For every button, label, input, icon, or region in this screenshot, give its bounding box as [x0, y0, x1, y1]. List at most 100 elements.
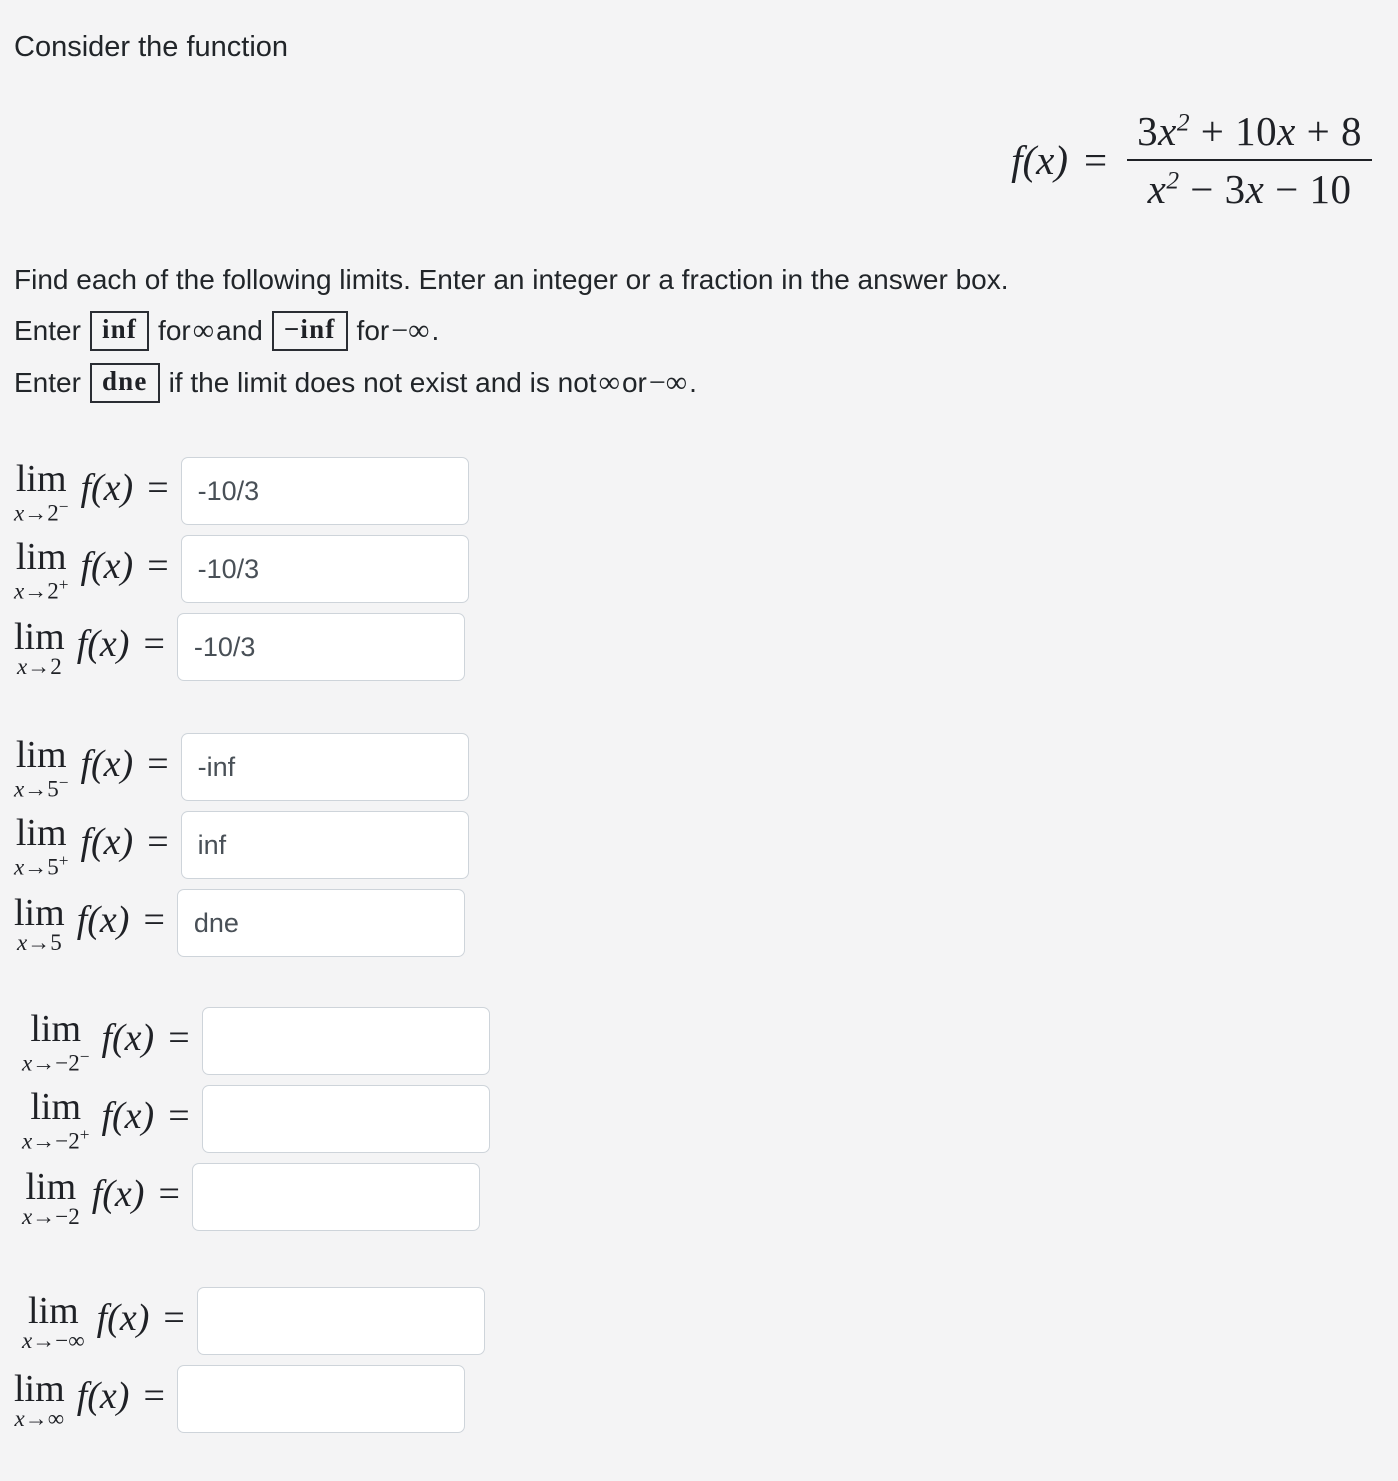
answer-input-5+[interactable]: inf [180, 811, 469, 879]
equals-sign: = [143, 1374, 165, 1417]
limit-row-−2+: lim x→−2+ f(x) = [0, 1080, 490, 1158]
lim-operator: lim x→−2− [22, 1007, 89, 1075]
function-fx-label: f(x) [96, 1296, 150, 1339]
lim-operator: lim x→−2+ [22, 1088, 90, 1154]
lim-label: lim [14, 891, 65, 934]
answer-input-∞[interactable] [176, 1365, 465, 1433]
instruction-line-2-and: and [216, 315, 263, 346]
lim-operator: lim x→−∞ [22, 1289, 85, 1354]
limit-group-x-to-2: lim x→2− f(x) = -10/3 lim x→2+ f(x) = -10/3 lim x→2… [0, 452, 469, 686]
infinity-symbol-2: ∞ [598, 366, 620, 399]
function-fx-label: f(x) [80, 466, 134, 509]
answer-input-−∞[interactable] [196, 1287, 485, 1355]
instruction-line-2: Enter inf for ∞ and −inf for −∞. [14, 305, 1344, 357]
lim-label: lim [30, 1007, 82, 1050]
page-title: Consider the function [14, 31, 289, 63]
lim-subscript: x→−2+ [22, 1124, 90, 1154]
formula-lhs: f(x) [1011, 137, 1069, 183]
limit-expression-−∞: lim x→−∞ f(x) = [22, 1289, 197, 1354]
negative-infinity-symbol: −∞ [391, 314, 430, 347]
token-inf: inf [89, 311, 150, 351]
instruction-line-3-text: if the limit does not exist and is not [168, 367, 597, 398]
limit-group-x-to-5: lim x→5− f(x) = -inf lim x→5+ f(x) = inf lim x→5 f(x… [0, 728, 469, 962]
limit-group-x-to-infinity: lim x→−∞ f(x) = lim x→∞ f(x) = [0, 1282, 485, 1438]
function-fx-label: f(x) [80, 544, 134, 587]
lim-operator: lim x→5 [14, 891, 65, 956]
answer-input-2+[interactable]: -10/3 [180, 535, 469, 603]
lim-operator: lim x→2+ [14, 535, 69, 604]
answer-input-5−[interactable]: -inf [180, 733, 469, 801]
function-fx-label: f(x) [80, 742, 134, 785]
limit-expression-∞: lim x→∞ f(x) = [14, 1367, 177, 1432]
lim-subscript: x→5+ [14, 850, 69, 880]
infinity-symbol: ∞ [192, 314, 215, 347]
lim-subscript: x→5− [14, 772, 69, 802]
equals-sign: = [147, 544, 169, 587]
limit-expression-2+: lim x→2+ f(x) = [14, 535, 181, 604]
lim-label: lim [25, 1165, 77, 1208]
formula-numerator: 3x2 + 10x + 8 [1137, 108, 1362, 154]
equals-sign: = [147, 820, 169, 863]
equals-sign: = [158, 1172, 180, 1215]
limit-row-2: lim x→2 f(x) = -10/3 [0, 608, 469, 686]
lim-label: lim [14, 1367, 65, 1410]
lim-subscript: x→∞ [14, 1406, 65, 1432]
limit-row-5+: lim x→5+ f(x) = inf [0, 806, 469, 884]
lim-operator: lim x→−2 [22, 1165, 80, 1230]
instruction-line-1: Find each of the following limits. Enter… [14, 264, 1009, 295]
limit-group-x-to-neg-2: lim x→−2− f(x) = lim x→−2+ f(x) = lim x→−2 f(x) = [0, 1002, 490, 1236]
instruction-line-3: Enter dne if the limit does not exist an… [14, 357, 1344, 409]
answer-input-−2−[interactable] [201, 1007, 490, 1075]
limit-expression-2−: lim x→2− f(x) = [14, 457, 181, 526]
function-fx-label: f(x) [76, 1374, 130, 1417]
lim-subscript: x→5 [16, 930, 62, 956]
lim-operator: lim x→5+ [14, 814, 69, 880]
instructions-block: Find each of the following limits. Enter… [14, 255, 1344, 409]
equals-sign: = [168, 1016, 190, 1059]
equals-sign: = [147, 466, 169, 509]
answer-input-2−[interactable]: -10/3 [180, 457, 469, 525]
limit-row-−2−: lim x→−2− f(x) = [0, 1002, 490, 1080]
limit-expression-2: lim x→2 f(x) = [14, 615, 177, 680]
function-fx-label: f(x) [101, 1094, 155, 1137]
token-dne: dne [89, 363, 160, 403]
formula-fraction: 3x2 + 10x + 8 x2 − 3x − 10 [1127, 103, 1372, 217]
lim-operator: lim x→5− [14, 733, 69, 802]
formula-equals-sign: = [1084, 137, 1108, 183]
limit-row-2−: lim x→2− f(x) = -10/3 [0, 452, 469, 530]
lim-subscript: x→2+ [14, 574, 69, 604]
instruction-line-2-period: . [431, 315, 440, 346]
limit-row-5−: lim x→5− f(x) = -inf [0, 728, 469, 806]
function-definition-block: f(x) = 3x2 + 10x + 8 x2 − 3x − 10 [0, 103, 1398, 228]
function-formula: f(x) = 3x2 + 10x + 8 x2 − 3x − 10 [1011, 103, 1372, 217]
answer-input-−2+[interactable] [201, 1085, 490, 1153]
answer-input-5[interactable]: dne [176, 889, 465, 957]
lim-label: lim [14, 615, 65, 658]
lim-subscript: x→2− [14, 496, 69, 526]
lim-subscript: x→−∞ [22, 1328, 85, 1354]
lim-label: lim [15, 733, 67, 776]
function-fx-label: f(x) [76, 622, 130, 665]
limit-row-−∞: lim x→−∞ f(x) = [0, 1282, 485, 1360]
limit-row-−2: lim x→−2 f(x) = [0, 1158, 490, 1236]
lim-label: lim [15, 535, 67, 578]
limit-row-2+: lim x→2+ f(x) = -10/3 [0, 530, 469, 608]
instruction-line-2-for-1: for [158, 315, 191, 346]
lim-label: lim [27, 1289, 79, 1332]
limit-expression-−2: lim x→−2 f(x) = [22, 1165, 192, 1230]
answer-input-2[interactable]: -10/3 [176, 613, 465, 681]
lim-subscript: x→−2 [22, 1204, 80, 1230]
formula-denominator: x2 − 3x − 10 [1147, 166, 1352, 212]
equals-sign: = [163, 1296, 185, 1339]
instruction-line-2-for-2: for [356, 315, 390, 346]
lim-operator: lim x→2 [14, 615, 65, 680]
function-fx-label: f(x) [91, 1172, 145, 1215]
limit-expression-5: lim x→5 f(x) = [14, 891, 177, 956]
answer-input-−2[interactable] [191, 1163, 480, 1231]
instruction-line-2-prefix: Enter [14, 315, 81, 346]
function-fx-label: f(x) [76, 898, 130, 941]
lim-label: lim [15, 457, 67, 500]
limit-expression-5−: lim x→5− f(x) = [14, 733, 181, 802]
lim-subscript: x→2 [16, 654, 62, 680]
lim-operator: lim x→2− [14, 457, 69, 526]
